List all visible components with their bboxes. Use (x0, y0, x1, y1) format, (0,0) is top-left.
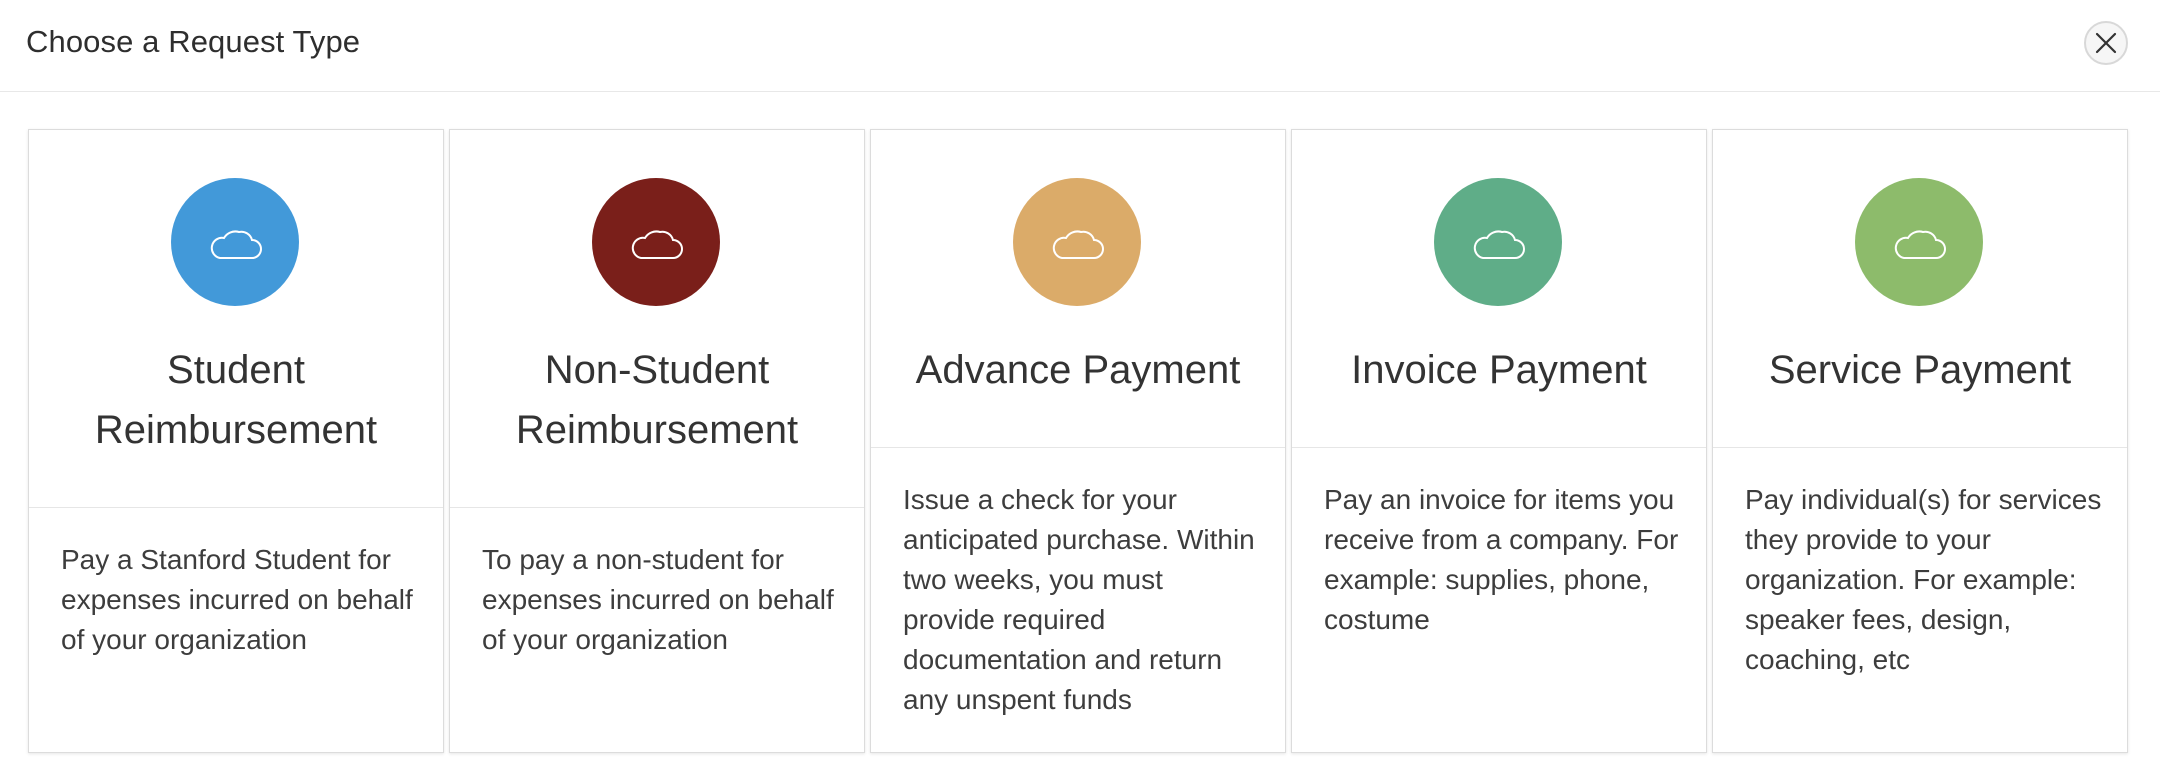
card-divider (1292, 447, 1706, 448)
cloud-icon (631, 230, 683, 259)
card-invoice-payment[interactable]: Invoice Payment Pay an invoice for items… (1291, 129, 1707, 753)
card-student-reimbursement[interactable]: Student Reimbursement Pay a Stanford Stu… (28, 129, 444, 753)
close-icon (2095, 32, 2117, 54)
card-icon-circle (592, 178, 720, 306)
card-divider (450, 507, 864, 508)
card-non-student-reimbursement[interactable]: Non-Student Reimbursement To pay a non-s… (449, 129, 865, 753)
card-icon-circle (171, 178, 299, 306)
modal-header: Choose a Request Type (0, 0, 2160, 92)
card-description: To pay a non-student for expenses incurr… (482, 544, 834, 655)
card-icon-circle (1434, 178, 1562, 306)
card-divider (871, 447, 1285, 448)
cloud-icon (1052, 230, 1104, 259)
card-title: Non-Student Reimbursement (515, 348, 799, 452)
card-description: Pay an invoice for items you receive fro… (1324, 484, 1679, 635)
card-icon-circle (1013, 178, 1141, 306)
modal-title: Choose a Request Type (26, 24, 361, 59)
card-description: Pay individual(s) for services they prov… (1745, 484, 2102, 675)
card-advance-payment[interactable]: Advance Payment Issue a check for your a… (870, 129, 1286, 753)
card-title: Invoice Payment (1351, 348, 1647, 392)
card-service-payment[interactable]: Service Payment Pay individual(s) for se… (1712, 129, 2128, 753)
cloud-icon (1894, 230, 1946, 259)
card-description: Pay a Stanford Student for expenses incu… (61, 544, 413, 655)
card-title: Student Reimbursement (94, 348, 378, 452)
card-divider (29, 507, 443, 508)
cloud-icon (210, 230, 262, 259)
cloud-icon (1473, 230, 1525, 259)
card-title: Advance Payment (915, 348, 1241, 392)
card-divider (1713, 447, 2127, 448)
close-button[interactable] (2084, 21, 2128, 65)
card-icon-circle (1855, 178, 1983, 306)
request-type-cards: Student Reimbursement Pay a Stanford Stu… (28, 129, 2128, 753)
card-description: Issue a check for your anticipated purch… (903, 484, 1255, 715)
card-title: Service Payment (1768, 348, 2072, 392)
